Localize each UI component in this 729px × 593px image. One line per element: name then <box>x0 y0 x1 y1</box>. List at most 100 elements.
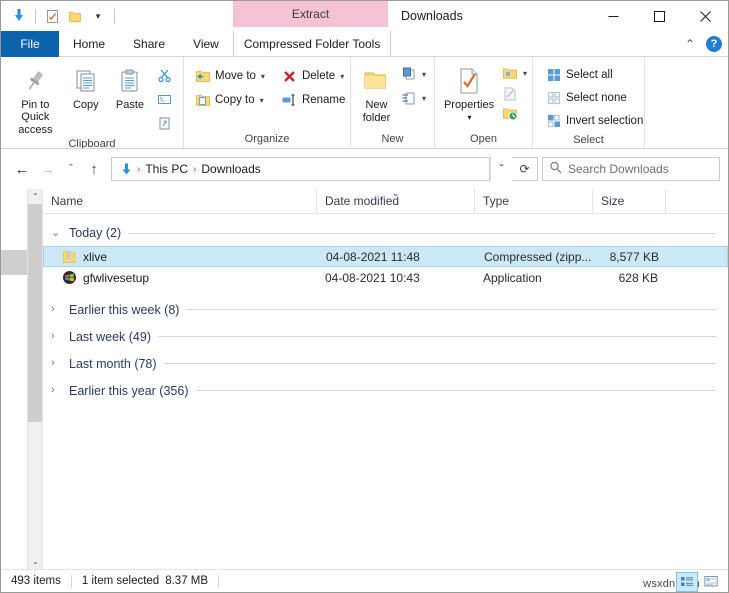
column-header-name[interactable]: Name <box>43 189 317 214</box>
ribbon-tab-strip: File Home Share View Compressed Folder T… <box>1 31 728 57</box>
group-title-open: Open <box>435 131 532 148</box>
copy-label: Copy <box>73 99 99 111</box>
group-label: Earlier this year (356) <box>69 384 189 398</box>
pin-to-quick-access-button[interactable]: Pin to Quick access <box>7 61 64 136</box>
new-folder-button[interactable]: New folder <box>355 61 398 124</box>
ribbon-group-organize: Move to ▾ Copy to ▾ <box>184 57 351 148</box>
edit-button[interactable] <box>499 84 529 102</box>
column-header-date-modified[interactable]: ⌄ Date modified <box>317 189 475 214</box>
address-bar: ← → ˇ ↑ › This PC › Downloads ˇ ⟳ <box>1 149 728 189</box>
navigation-pane: ⌃ ⌄ <box>1 189 42 569</box>
delete-x-icon <box>281 68 298 85</box>
select-none-button[interactable]: Select none <box>541 87 647 109</box>
details-view-button[interactable] <box>676 572 698 592</box>
tab-home[interactable]: Home <box>59 31 119 57</box>
large-icons-view-button[interactable] <box>700 572 722 592</box>
main-content: ⌃ ⌄ Name ⌄ Date modified Type Siz <box>1 189 728 569</box>
cut-button[interactable] <box>152 64 177 86</box>
move-to-button[interactable]: Move to ▾ <box>190 65 269 87</box>
properties-icon[interactable] <box>42 6 62 26</box>
refresh-button[interactable]: ⟳ <box>512 157 538 181</box>
nav-pane-scrollbar[interactable]: ⌃ ⌄ <box>27 189 42 569</box>
group-header-earlier-this-year[interactable]: › Earlier this year (356) <box>43 377 728 404</box>
select-all-label: Select all <box>566 69 613 81</box>
group-rule <box>186 309 716 310</box>
properties-button[interactable]: Properties ▾ <box>439 61 499 124</box>
column-header-type[interactable]: Type <box>475 189 593 214</box>
edit-icon <box>501 85 518 102</box>
minimize-button[interactable] <box>590 1 636 31</box>
help-icon[interactable]: ? <box>706 36 722 52</box>
file-date-cell: 04-08-2021 11:48 <box>318 250 476 264</box>
new-small-buttons: ▾ ▾ <box>398 61 428 107</box>
breadcrumb-downloads[interactable]: Downloads <box>197 162 264 176</box>
select-none-label: Select none <box>566 92 627 104</box>
history-icon <box>501 105 518 122</box>
copy-button[interactable]: Copy <box>64 61 108 111</box>
forward-button[interactable]: → <box>35 156 61 182</box>
column-header-size[interactable]: Size <box>593 189 666 214</box>
group-header-last-month[interactable]: › Last month (78) <box>43 350 728 377</box>
delete-button[interactable]: Delete ▾ <box>277 65 349 87</box>
chevron-right-icon[interactable]: › <box>51 385 62 396</box>
paste-button[interactable]: Paste <box>108 61 152 111</box>
selection-size-label: 8.37 MB <box>165 575 208 587</box>
paste-shortcut-button[interactable] <box>152 112 177 134</box>
rename-label: Rename <box>302 94 345 106</box>
easy-access-button[interactable]: ▾ <box>398 89 428 107</box>
table-row[interactable]: xlive 04-08-2021 11:48 Compressed (zipp.… <box>43 246 728 267</box>
recent-locations-button[interactable]: ˇ <box>61 156 81 182</box>
chevron-down-icon[interactable]: ▾ <box>467 112 471 124</box>
scroll-down-icon[interactable]: ⌄ <box>28 554 42 569</box>
downloads-arrow-icon[interactable] <box>9 6 29 26</box>
chevron-down-icon[interactable]: ▾ <box>261 72 265 81</box>
search-input[interactable]: Search Downloads <box>542 157 720 181</box>
file-name: xlive <box>83 250 107 264</box>
chevron-down-icon[interactable]: ▾ <box>422 94 426 103</box>
status-bar: 493 items 1 item selected 8.37 MB wsxdn.… <box>1 569 728 592</box>
easy-access-icon <box>400 90 417 107</box>
nav-scrollbar-thumb[interactable] <box>28 204 42 422</box>
copy-to-button[interactable]: Copy to ▾ <box>190 89 269 111</box>
title-bar: ▾ Extract Downloads <box>1 1 728 31</box>
chevron-right-icon[interactable]: › <box>51 358 62 369</box>
chevron-up-icon[interactable]: ⌃ <box>682 36 698 52</box>
history-button[interactable] <box>499 104 529 122</box>
tab-share[interactable]: Share <box>119 31 179 57</box>
rename-button[interactable]: Rename <box>277 89 349 111</box>
tab-file[interactable]: File <box>1 31 59 57</box>
chevron-down-icon[interactable]: ▾ <box>523 69 527 78</box>
rename-icon <box>281 92 298 109</box>
new-folder-icon[interactable] <box>65 6 85 26</box>
table-row[interactable]: gfwlivesetup 04-08-2021 10:43 Applicatio… <box>43 267 728 288</box>
close-button[interactable] <box>682 1 728 31</box>
chevron-down-icon[interactable]: ▾ <box>422 70 426 79</box>
group-header-last-week[interactable]: › Last week (49) <box>43 323 728 350</box>
chevron-right-icon[interactable]: › <box>51 331 62 342</box>
customize-qat-chevron[interactable]: ▾ <box>88 6 108 26</box>
breadcrumb-this-pc[interactable]: This PC <box>141 162 192 176</box>
maximize-button[interactable] <box>636 1 682 31</box>
invert-selection-button[interactable]: Invert selection <box>541 110 647 132</box>
tab-view[interactable]: View <box>179 31 233 57</box>
chevron-down-icon[interactable]: ▾ <box>340 72 344 81</box>
sort-indicator-icon: ⌄ <box>392 189 400 198</box>
copy-path-button[interactable]: \\.. <box>152 88 177 110</box>
select-all-button[interactable]: Select all <box>541 64 647 86</box>
address-dropdown-button[interactable]: ˇ <box>490 157 512 181</box>
new-item-button[interactable]: ▾ <box>398 65 428 83</box>
select-none-icon <box>545 90 562 107</box>
chevron-right-icon[interactable]: › <box>51 304 62 315</box>
paste-shortcut-icon <box>156 115 173 132</box>
up-button[interactable]: ↑ <box>81 156 107 182</box>
scroll-up-icon[interactable]: ⌃ <box>28 189 42 204</box>
group-header-today[interactable]: ⌄ Today (2) <box>43 220 728 246</box>
tab-compressed-folder-tools[interactable]: Compressed Folder Tools <box>233 31 392 57</box>
contextual-tab-label[interactable]: Extract <box>292 7 329 21</box>
chevron-down-icon[interactable]: ⌄ <box>51 228 62 239</box>
chevron-down-icon[interactable]: ▾ <box>260 96 264 105</box>
open-button[interactable]: ▾ <box>499 64 529 82</box>
group-header-earlier-this-week[interactable]: › Earlier this week (8) <box>43 296 728 323</box>
breadcrumb[interactable]: › This PC › Downloads <box>111 157 490 181</box>
back-button[interactable]: ← <box>9 156 35 182</box>
